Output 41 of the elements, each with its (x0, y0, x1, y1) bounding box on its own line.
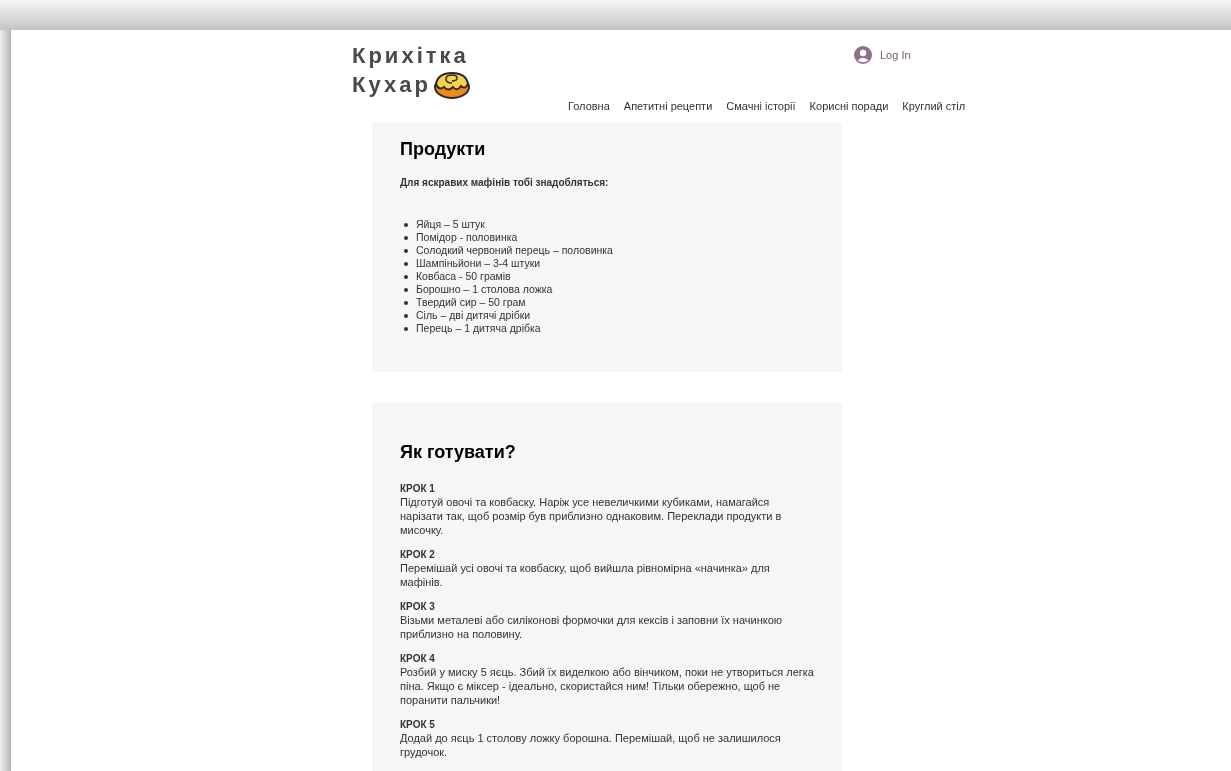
bun-icon (432, 70, 471, 100)
nav-link[interactable]: Корисні поради (809, 98, 889, 115)
bullet-icon (404, 326, 408, 331)
bullet-icon (404, 274, 408, 279)
section-heading: Продукти (400, 138, 487, 161)
step-label: КРОК 5 (400, 718, 436, 731)
user-avatar-icon (854, 46, 872, 64)
nav-link[interactable]: Головна (568, 98, 610, 115)
step-label: КРОК 4 (400, 652, 436, 665)
bullet-icon (404, 287, 408, 292)
nav-link[interactable]: Круглий стіл (902, 98, 966, 115)
step-label: КРОК 3 (400, 600, 436, 613)
nav-link[interactable]: Апетитні рецепти (623, 98, 713, 115)
ingredient-text: Твердий сир – 50 грам (416, 296, 526, 309)
ingredient-text: Шампіньйони – 3-4 штуки (416, 257, 541, 270)
ingredient-text: Ковбаса - 50 грамів (416, 270, 511, 283)
nav-link[interactable]: Смачні історії (726, 98, 796, 115)
bullet-icon (404, 235, 408, 240)
ingredient-text: Помідор - половинка (416, 231, 518, 244)
step-text: Підготуй овочі та ковбаску. Наріж усе невеличкими кубиками, намагайся нарізати так, щоб розмір був приблизно однаковим. Переклади продукти в мисочку. (400, 495, 783, 537)
bullet-icon (404, 248, 408, 253)
step-text: Розбий у миску 5 яєць. Збий їх виделкою або вінчиком, поки не утвориться легка піна. Якщо є міксер - ідеально, скористайся ним! Тільки обережно, щоб не поранити пальчики! (400, 665, 814, 707)
ingredient-text: Перець – 1 дитяча дрібка (416, 322, 541, 335)
login-button[interactable]: Log In (854, 46, 911, 64)
bullet-icon (404, 300, 408, 305)
ingredient-text: Солодкий червоний перець – половинка (416, 244, 613, 257)
bullet-icon (404, 313, 408, 318)
step-label: КРОК 2 (400, 548, 436, 561)
step-label: КРОК 1 (400, 482, 436, 495)
bullet-icon (404, 261, 408, 266)
step-text: Візьми металеві або силіконові формочки для кексів і заповни їх начинкою приблизно на половину. (400, 613, 784, 641)
logo-text: Кухар (352, 71, 431, 99)
section-heading: Як готувати? (400, 441, 517, 464)
bullet-icon (404, 222, 408, 227)
step-text: Додай до яєць 1 столову ложку борошна. Перемішай, щоб не залишилося грудочок. (400, 731, 782, 759)
logo-text: Крихітка (352, 42, 470, 70)
ingredient-text: Борошно – 1 столова ложка (416, 283, 553, 296)
ingredient-text: Яйця – 5 штук (416, 218, 485, 231)
ingredient-text: Сіль – дві дитячі дрібки (416, 309, 531, 322)
intro-text: Для яскравих мафінів тобі знадобляться: (400, 176, 610, 190)
step-text: Перемішай усі овочі та ковбаску, щоб вийшла рівномірна «начинка» для мафінів. (400, 561, 771, 589)
